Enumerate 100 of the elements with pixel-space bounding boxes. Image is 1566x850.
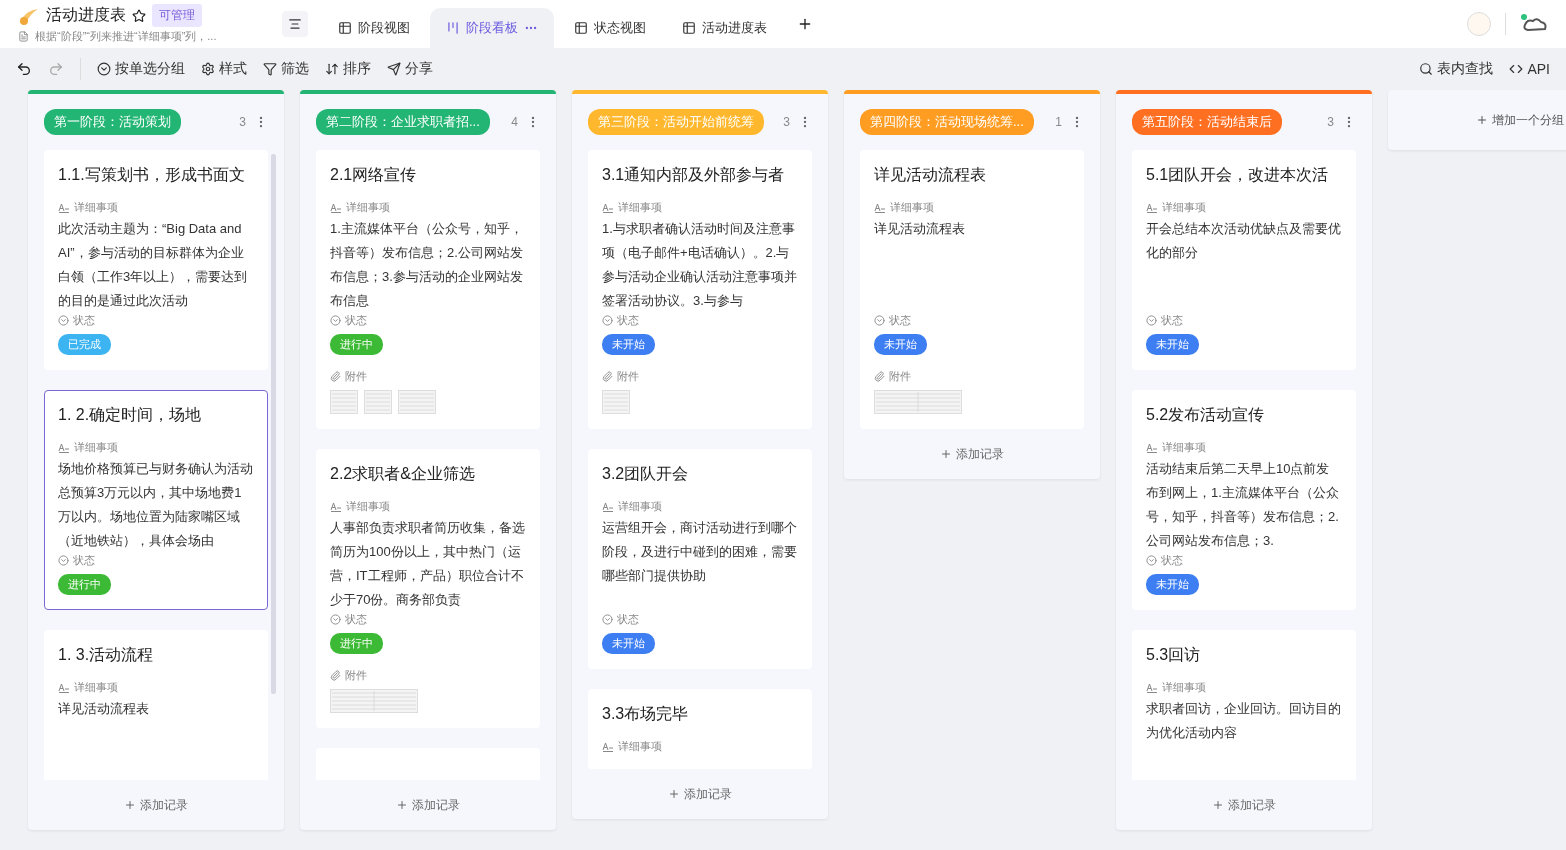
card-title: 3.3布场完毕 <box>602 704 690 724</box>
star-icon[interactable] <box>132 8 146 23</box>
file-thumbnail-icon[interactable] <box>874 390 962 414</box>
field-label: 详细事项 <box>618 739 662 754</box>
paperclip-icon <box>874 371 885 382</box>
field-label: 详细事项 <box>74 200 118 215</box>
record-card[interactable]: 2.2求职者&企业筛选 详细事项 人事部负责求职者简历收集，备选简历为100份以上，其中热门（运营，IT工程师，产品）职位合计不少于70份。商务部负责 状态 进行中 附件 <box>316 449 540 728</box>
status-tag: 未开始 <box>602 334 655 355</box>
dropdown-icon <box>58 555 69 566</box>
card-title: 2.1网络宣传 <box>330 165 418 185</box>
record-card[interactable]: 详见活动流程表 详细事项 详见活动流程表 状态 未开始 附件 <box>860 150 1084 429</box>
field-label: 状态 <box>73 313 95 328</box>
field-label: 详细事项 <box>1162 680 1206 695</box>
toolbar-button[interactable]: API <box>1509 61 1550 77</box>
file-thumbnail-icon[interactable] <box>330 390 358 414</box>
toolbar-button[interactable]: 筛选 <box>263 60 309 78</box>
field-value: 人事部负责求职者简历收集，备选简历为100份以上，其中热门（运营，IT工程师，产品）职位合计不少于70份。商务部负责 <box>330 519 526 609</box>
view-tab[interactable]: 阶段视图 <box>322 8 426 48</box>
field-value: 场地价格预算已与财务确认为活动总预算3万元以内，其中场地费1万以内。场地位置为陆家嘴区域（近地铁站），具体会场由 <box>58 460 254 550</box>
record-count: 4 <box>511 115 518 129</box>
text-field-icon <box>1146 442 1158 453</box>
undo-icon[interactable] <box>16 61 32 77</box>
field-value: 详见活动流程表 <box>874 220 966 238</box>
field-label: 附件 <box>889 369 911 384</box>
field-label: 附件 <box>345 369 367 384</box>
menu-button[interactable] <box>282 11 308 37</box>
record-card[interactable]: 1. 3.活动流程 详细事项 详见活动流程表 <box>44 630 268 780</box>
field-value: 求职者回访，企业回访。回访目的为优化活动内容 <box>1146 700 1342 742</box>
text-field-icon <box>1146 202 1158 213</box>
view-tab[interactable]: 状态视图 <box>558 8 662 48</box>
text-field-icon <box>602 202 614 213</box>
status-tag: 已完成 <box>58 334 111 355</box>
record-card[interactable]: 5.2发布活动宣传 详细事项 活动结束后第二天早上10点前发布到网上，1.主流媒体平台（公众号，知乎，抖音等）发布信息；2.公司网站发布信息；3. 状态 未开始 <box>1132 390 1356 610</box>
record-count: 1 <box>1055 115 1062 129</box>
paperclip-icon <box>330 670 341 681</box>
file-thumbnail-icon[interactable] <box>398 390 436 414</box>
stage-label: 第五阶段：活动结束后 <box>1132 109 1282 135</box>
record-count: 3 <box>1327 115 1334 129</box>
field-label: 详细事项 <box>74 440 118 455</box>
dropdown-icon <box>330 614 341 625</box>
field-label: 详细事项 <box>618 499 662 514</box>
record-card[interactable]: 3.2团队开会 详细事项 运营组开会，商讨活动进行到哪个阶段，及进行中碰到的困难，需要哪些部门提供协助 状态 未开始 <box>588 449 812 669</box>
record-card[interactable]: 1.1.写策划书，形成书面文 详细事项 此次活动主题为：“Big Data and AI”，参与活动的目标群体为企业白领（工作3年以上），需要达到的目的是通过此次活动 状态 已完成 <box>44 150 268 370</box>
toolbar-button[interactable]: 按单选分组 <box>97 60 185 78</box>
record-card[interactable]: 2.1网络宣传 详细事项 1.主流媒体平台（公众号，知乎，抖音等）发布信息；2.公司网站发布信息；3.参与活动的企业网站发布信息 状态 进行中 附件 <box>316 150 540 429</box>
field-label: 状态 <box>345 612 367 627</box>
record-card[interactable]: 3.3布场完毕 详细事项 <box>588 689 812 769</box>
add-view-icon[interactable] <box>797 16 813 32</box>
status-tag: 未开始 <box>1146 334 1199 355</box>
add-record-button[interactable]: 添加记录 <box>1116 780 1372 830</box>
field-value: 开会总结本次活动优缺点及需要优化的部分 <box>1146 220 1342 262</box>
add-record-button[interactable]: 添加记录 <box>844 429 1100 479</box>
stage-label: 第三阶段：活动开始前统筹 <box>588 109 764 135</box>
status-tag: 进行中 <box>58 574 111 595</box>
record-card[interactable]: 5.3回访 详细事项 求职者回访，企业回访。回访目的为优化活动内容 <box>1132 630 1356 780</box>
toolbar-button[interactable]: 排序 <box>325 60 371 78</box>
kanban-icon <box>446 21 460 35</box>
card-title: 3.1通知内部及外部参与者 <box>602 165 786 185</box>
status-tag: 未开始 <box>602 633 655 654</box>
text-field-icon <box>58 682 70 693</box>
file-thumbnail-icon[interactable] <box>364 390 392 414</box>
field-value: 活动结束后第二天早上10点前发布到网上，1.主流媒体平台（公众号，知乎，抖音等）发布信息；2.公司网站发布信息；3. <box>1146 460 1340 550</box>
file-thumbnail-icon[interactable] <box>330 689 418 713</box>
status-tag: 未开始 <box>1146 574 1199 595</box>
record-card[interactable]: 3.1通知内部及外部参与者 详细事项 1.与求职者确认活动时间及注意事项（电子邮件+电话确认）。2.与参与活动企业确认活动注意事项并签署活动协议。3.与参与 状态 未开始 附件 <box>588 150 812 429</box>
add-record-button[interactable]: 添加记录 <box>572 769 828 819</box>
record-card[interactable]: 5.1团队开会，改进本次活 详细事项 开会总结本次活动优缺点及需要优化的部分 状态 未开始 <box>1132 150 1356 370</box>
toolbar-button[interactable]: 分享 <box>387 60 433 78</box>
plus-icon <box>940 448 952 460</box>
view-tab[interactable]: 阶段看板 <box>430 8 554 48</box>
card-title: 详见活动流程表 <box>874 165 987 185</box>
document-icon <box>18 31 29 42</box>
permission-badge: 可管理 <box>152 4 202 27</box>
dropdown-icon <box>602 614 613 625</box>
view-tab[interactable]: 活动进度表 <box>666 8 783 48</box>
card-title: 2.2求职者&企业筛选 <box>330 464 476 484</box>
plus-icon <box>1476 114 1488 126</box>
text-field-icon <box>1146 682 1158 693</box>
search-icon <box>1419 62 1434 76</box>
add-record-button[interactable]: 添加记录 <box>28 780 284 830</box>
card-title: 5.1团队开会，改进本次活 <box>1146 165 1330 185</box>
record-card[interactable]: 1. 2.确定时间，场地 详细事项 场地价格预算已与财务确认为活动总预算3万元以内，其中场地费1万以内。场地位置为陆家嘴区域（近地铁站），具体会场由 状态 进行中 <box>44 390 268 610</box>
field-value: 1.与求职者确认活动时间及注意事项（电子邮件+电话确认）。2.与参与活动企业确认活动注意事项并签署活动协议。3.与参与 <box>602 220 798 310</box>
text-field-icon <box>602 741 614 752</box>
paperclip-icon <box>602 371 613 382</box>
filter-icon <box>263 62 277 76</box>
plus-icon <box>124 799 136 811</box>
scrollbar[interactable] <box>271 154 276 694</box>
field-label: 附件 <box>345 668 367 683</box>
add-group-button[interactable]: 增加一个分组 <box>1388 90 1566 150</box>
toolbar-button[interactable]: 样式 <box>201 60 247 78</box>
field-value: 详见活动流程表 <box>58 700 150 718</box>
plus-icon <box>396 799 408 811</box>
add-record-button[interactable]: 添加记录 <box>300 780 556 830</box>
toolbar-button[interactable]: 表内查找 <box>1419 60 1494 78</box>
status-tag: 进行中 <box>330 334 383 355</box>
field-label: 详细事项 <box>74 680 118 695</box>
file-thumbnail-icon[interactable] <box>602 390 630 414</box>
text-field-icon <box>330 501 342 512</box>
plus-icon <box>668 788 680 800</box>
